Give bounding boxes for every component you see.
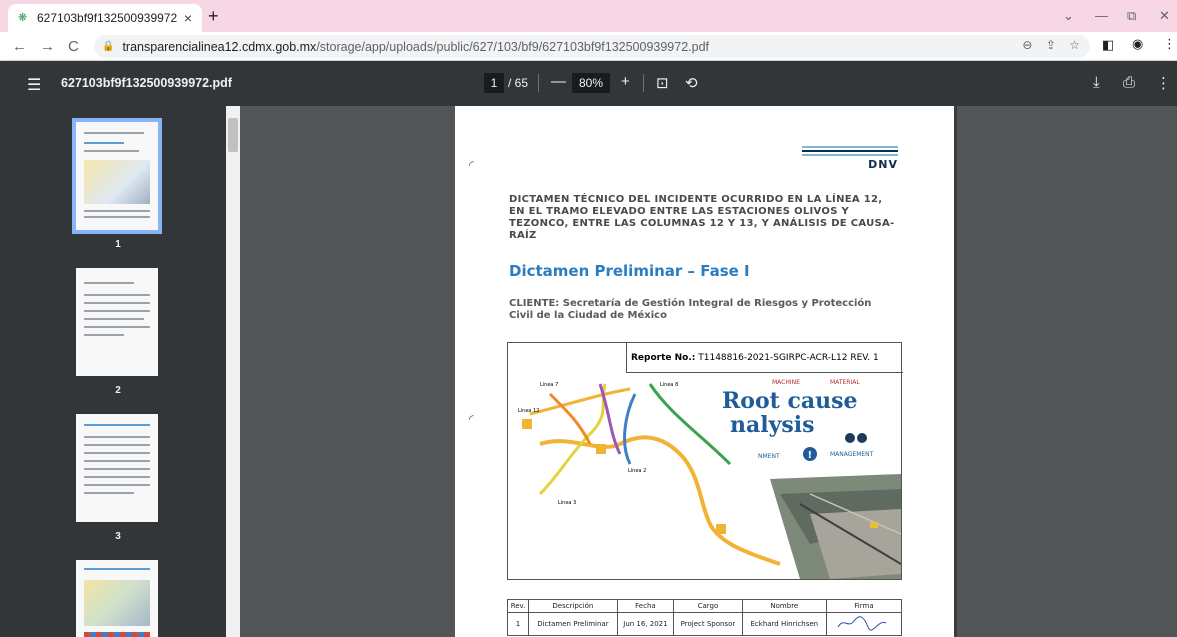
punch-hole-mark: ◜ xyxy=(469,158,474,172)
fit-to-page-icon[interactable]: ⊡ xyxy=(656,74,669,92)
rca-title: Root cause xyxy=(722,388,857,414)
sidebar-scrollbar[interactable] xyxy=(226,106,240,637)
restore-button[interactable]: ⧉ xyxy=(1127,8,1136,24)
minimize-button[interactable]: — xyxy=(1095,8,1108,23)
toolbar-divider xyxy=(643,74,644,92)
tab-title: 627103bf9f132500939972.pdf xyxy=(37,11,177,25)
share-icon[interactable]: ⇪ xyxy=(1046,38,1056,52)
logo-text: DNV xyxy=(868,158,898,171)
url-path: /storage/app/uploads/public/627/103/bf9/… xyxy=(316,39,710,54)
table-cell: Jun 16, 2021 xyxy=(616,612,675,636)
address-bar[interactable]: 🔒 transparencialinea12.cdmx.gob.mx/stora… xyxy=(94,35,1090,58)
thumbnail-page-number: 3 xyxy=(115,531,121,542)
pdf-viewer: ◜ ◜ DNV DICTAMEN TÉCNICO DEL INCIDENTE O… xyxy=(240,106,1177,637)
client-line: CLIENTE: Secretaría de Gestión Integral … xyxy=(509,298,872,321)
column-header: Nombre xyxy=(741,599,827,613)
close-window-button[interactable]: ✕ xyxy=(1159,8,1170,24)
signature-icon xyxy=(837,616,887,631)
pdf-page: ◜ ◜ DNV DICTAMEN TÉCNICO DEL INCIDENTE O… xyxy=(455,106,957,637)
page-thumbnail[interactable] xyxy=(72,118,162,234)
column-header: Fecha xyxy=(616,599,675,613)
scrollbar-thumb[interactable] xyxy=(228,118,238,152)
page-shadow xyxy=(954,106,957,637)
tab-close-button[interactable]: × xyxy=(184,10,192,26)
report-figure-box: Reporte No.: T1148816-2021-SGIRPC-ACR-L1… xyxy=(507,342,903,580)
download-icon[interactable]: ⤓ xyxy=(1093,74,1100,91)
svg-text:!: ! xyxy=(808,450,813,461)
report-number: T1148816-2021-SGIRPC-ACR-L12 REV. 1 xyxy=(698,353,879,363)
page-total: / 65 xyxy=(508,76,529,90)
tab-search-button[interactable]: ⌄ xyxy=(1063,8,1074,24)
browser-tab[interactable]: ❋ 627103bf9f132500939972.pdf × xyxy=(8,4,202,32)
thumbnail-page-number: 1 xyxy=(115,239,121,250)
browser-toolbar: ← → C 🔒 transparencialinea12.cdmx.gob.mx… xyxy=(0,32,1177,61)
table-cell: Eckhard Hinrichsen xyxy=(741,612,827,636)
map-label: Línea 3 xyxy=(558,499,576,506)
thumbnail-page-number: 2 xyxy=(115,385,121,396)
map-label: Línea 12 xyxy=(518,407,539,414)
side-panel-icon[interactable]: ◧ xyxy=(1102,37,1114,53)
revision-table: Rev. Descripción Fecha Cargo Nombre Firm… xyxy=(506,599,903,636)
document-heading: DICTAMEN TÉCNICO DEL INCIDENTE OCURRIDO … xyxy=(509,194,895,241)
forward-icon[interactable]: → xyxy=(40,38,55,55)
cover-illustration: Línea 7 Línea 8 Línea 12 Línea 2 Línea 3… xyxy=(510,374,901,579)
dnv-logo: DNV xyxy=(802,146,898,171)
pdf-toolbar: ☰ 627103bf9f132500939972.pdf 1 / 65 — 80… xyxy=(0,61,1177,106)
hamburger-menu-icon[interactable]: ☰ xyxy=(27,75,41,95)
page-thumbnail[interactable] xyxy=(76,268,158,376)
rca-word: MACHINE xyxy=(772,379,800,386)
rca-word: MATERIAL xyxy=(830,379,860,386)
map-label: Línea 8 xyxy=(660,381,678,388)
browser-menu-icon[interactable]: ⋮ xyxy=(1163,36,1176,52)
column-header: Firma xyxy=(825,599,903,613)
zoom-in-button[interactable]: + xyxy=(621,73,630,90)
document-title: 627103bf9f132500939972.pdf xyxy=(61,76,232,90)
revision-table-header: Rev. Descripción Fecha Cargo Nombre Firm… xyxy=(506,599,903,613)
reload-icon[interactable]: C xyxy=(68,38,79,55)
more-actions-icon[interactable]: ⋮ xyxy=(1156,74,1171,92)
column-header: Descripción xyxy=(528,599,618,613)
punch-hole-mark: ◜ xyxy=(469,412,474,426)
url-host: transparencialinea12.cdmx.gob.mx xyxy=(122,39,317,54)
table-cell: 1 xyxy=(506,612,530,636)
column-header: Rev. xyxy=(506,599,530,613)
zoom-out-button[interactable]: — xyxy=(551,73,566,90)
zoom-icon[interactable]: ⊖ xyxy=(1022,38,1032,52)
tab-strip: ❋ 627103bf9f132500939972.pdf × + ⌄ — ⧉ ✕ xyxy=(0,0,1177,32)
page-number-input[interactable]: 1 xyxy=(484,73,504,93)
signature-cell xyxy=(825,612,903,636)
rca-word: MANAGEMENT xyxy=(830,451,874,458)
page-thumbnail[interactable] xyxy=(76,414,158,522)
column-header: Cargo xyxy=(673,599,743,613)
toolbar-divider xyxy=(538,74,539,92)
rca-title: nalysis xyxy=(730,412,815,438)
table-cell: Project Sponsor xyxy=(673,612,743,636)
new-tab-button[interactable]: + xyxy=(208,6,219,27)
print-icon[interactable]: ⎙ xyxy=(1123,74,1135,91)
zoom-level-input[interactable]: 80% xyxy=(572,73,610,93)
lock-icon[interactable]: 🔒 xyxy=(102,41,114,52)
thumbnail-sidebar: 1 2 3 xyxy=(0,106,226,637)
map-label: Línea 7 xyxy=(540,381,558,388)
report-label: Reporte No.: xyxy=(631,353,696,363)
page-thumbnail[interactable] xyxy=(76,560,158,637)
profile-avatar-icon[interactable]: ◉ xyxy=(1132,36,1143,52)
report-number-cell: Reporte No.: T1148816-2021-SGIRPC-ACR-L1… xyxy=(626,343,903,373)
table-row: 1 Dictamen Preliminar Jun 16, 2021 Proje… xyxy=(506,612,903,636)
document-subtitle: Dictamen Preliminar – Fase I xyxy=(509,262,750,280)
back-icon[interactable]: ← xyxy=(12,38,27,55)
bookmark-star-icon[interactable]: ☆ xyxy=(1069,38,1080,52)
rca-word: NMENT xyxy=(758,453,780,460)
map-label: Línea 2 xyxy=(628,467,646,474)
favicon-icon: ❋ xyxy=(18,12,28,24)
table-cell: Dictamen Preliminar xyxy=(528,612,618,636)
rotate-icon[interactable]: ⟲ xyxy=(685,74,698,92)
